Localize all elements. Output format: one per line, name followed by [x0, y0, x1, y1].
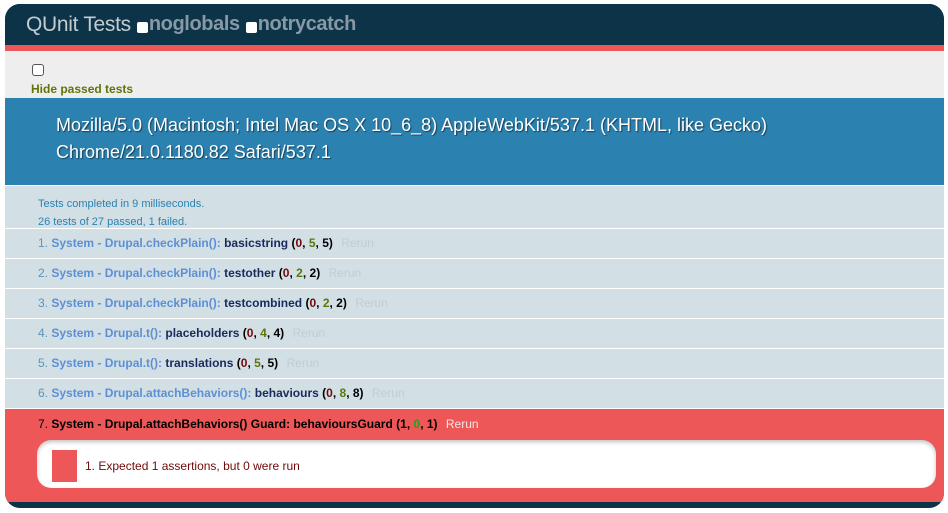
test-name: testcombined	[224, 296, 303, 310]
test-item-failed[interactable]: 7. System - Drupal.attachBehaviors() Gua…	[5, 409, 944, 502]
passed-count: 4	[260, 326, 267, 340]
test-module: System - Drupal.checkPlain():	[51, 236, 221, 250]
failed-count: 0	[246, 326, 254, 340]
test-module: System - Drupal.t():	[51, 356, 163, 370]
test-counts: (1, 0, 1)	[396, 417, 438, 431]
user-agent: Mozilla/5.0 (Macintosh; Intel Mac OS X 1…	[5, 98, 944, 186]
failed-count: 1	[400, 417, 407, 431]
noglobals-option[interactable]: noglobals	[133, 13, 240, 36]
assertion-text: Expected 1 assertions, but 0 were run	[98, 459, 300, 473]
notrycatch-option[interactable]: notrycatch	[242, 13, 356, 36]
failed-count: 0	[282, 266, 290, 280]
notrycatch-label[interactable]: notrycatch	[258, 13, 357, 36]
passed-count: 2	[322, 296, 330, 310]
total-count: 5	[322, 236, 329, 250]
test-name: translations	[165, 356, 234, 370]
hide-passed-label[interactable]: Hide passed tests	[31, 82, 133, 96]
passed-count: 5	[308, 236, 316, 250]
noglobals-label[interactable]: noglobals	[149, 13, 240, 36]
test-module: System - Drupal.attachBehaviors():	[51, 386, 252, 400]
test-name: basicstring	[224, 236, 289, 250]
test-result-summary: Tests completed in 9 milliseconds. 26 te…	[5, 186, 944, 229]
passed-count: 8	[339, 386, 347, 400]
test-number: 3.	[38, 296, 49, 310]
user-agent-line-1: Mozilla/5.0 (Macintosh; Intel Mac OS X 1…	[56, 115, 767, 135]
test-number: 4.	[38, 326, 49, 340]
rerun-link[interactable]: Rerun	[446, 417, 479, 431]
failed-count: 0	[240, 356, 248, 370]
test-counts: (0, 5, 5)	[236, 356, 279, 370]
test-item[interactable]: 6. System - Drupal.attachBehaviors(): be…	[5, 379, 944, 409]
test-counts: (0, 4, 4)	[242, 326, 285, 340]
toolbar: Hide passed tests	[5, 51, 944, 98]
passed-count: 5	[254, 356, 261, 370]
test-name: placeholders	[165, 326, 240, 340]
test-item[interactable]: 3. System - Drupal.checkPlain(): testcom…	[5, 289, 944, 319]
failed-count: 0	[326, 386, 333, 400]
failed-count: 0	[295, 236, 303, 250]
test-name: behaviours	[254, 386, 319, 400]
passed-count: 0	[413, 417, 421, 431]
total-count: 2	[336, 296, 343, 310]
test-module: System - Drupal.attachBehaviors() Guard:	[51, 417, 291, 431]
test-counts: (0, 2, 2)	[305, 296, 347, 310]
test-item[interactable]: 5. System - Drupal.t(): translations (0,…	[5, 349, 944, 379]
assertion-message: 1. Expected 1 assertions, but 0 were run	[85, 459, 300, 473]
test-module: System - Drupal.checkPlain():	[51, 296, 221, 310]
rerun-link[interactable]: Rerun	[355, 296, 388, 310]
test-number: 6.	[38, 386, 49, 400]
total-count: 1	[426, 417, 434, 431]
test-number: 7.	[38, 417, 49, 431]
total-count: 4	[273, 326, 281, 340]
rerun-link[interactable]: Rerun	[329, 266, 362, 280]
page-title: QUnit Tests	[26, 12, 131, 36]
total-count: 5	[267, 356, 275, 370]
user-agent-line-2: Chrome/21.0.1180.82 Safari/537.1	[56, 142, 331, 162]
failed-count: 0	[309, 296, 317, 310]
failed-test-header[interactable]: 7. System - Drupal.attachBehaviors() Gua…	[38, 409, 944, 439]
total-count: 2	[309, 266, 317, 280]
assertion-number: 1.	[85, 459, 96, 473]
test-number: 1.	[38, 236, 49, 250]
passed-count: 2	[296, 266, 303, 280]
test-counts: (0, 8, 8)	[322, 386, 364, 400]
rerun-link[interactable]: Rerun	[372, 386, 405, 400]
qunit-header: QUnit Tests noglobals notrycatch	[5, 4, 944, 51]
noglobals-checkbox[interactable]	[136, 21, 148, 33]
total-count: 8	[352, 386, 360, 400]
test-module: System - Drupal.checkPlain():	[51, 266, 221, 280]
test-counts: (0, 2, 2)	[278, 266, 321, 280]
test-name: testother	[224, 266, 276, 280]
assertion-list: 1. Expected 1 assertions, but 0 were run	[37, 440, 936, 488]
test-number: 5.	[38, 356, 49, 370]
rerun-link[interactable]: Rerun	[287, 356, 320, 370]
notrycatch-checkbox[interactable]	[245, 21, 257, 33]
test-item[interactable]: 1. System - Drupal.checkPlain(): basicst…	[5, 229, 944, 259]
completed-time: Tests completed in 9 milliseconds.	[38, 198, 205, 210]
fail-marker	[52, 450, 77, 482]
rerun-link[interactable]: Rerun	[341, 236, 374, 250]
test-name: behavioursGuard	[293, 417, 393, 431]
rerun-link[interactable]: Rerun	[293, 326, 326, 340]
test-number: 2.	[38, 266, 49, 280]
test-module: System - Drupal.t():	[51, 326, 163, 340]
test-item[interactable]: 4. System - Drupal.t(): placeholders (0,…	[5, 319, 944, 349]
test-list: 1. System - Drupal.checkPlain(): basicst…	[5, 229, 944, 502]
test-counts: (0, 5, 5)	[291, 236, 333, 250]
qunit-container: QUnit Tests noglobals notrycatch Hide pa…	[5, 4, 944, 508]
hide-passed-checkbox[interactable]	[32, 64, 44, 76]
test-item[interactable]: 2. System - Drupal.checkPlain(): testoth…	[5, 259, 944, 289]
